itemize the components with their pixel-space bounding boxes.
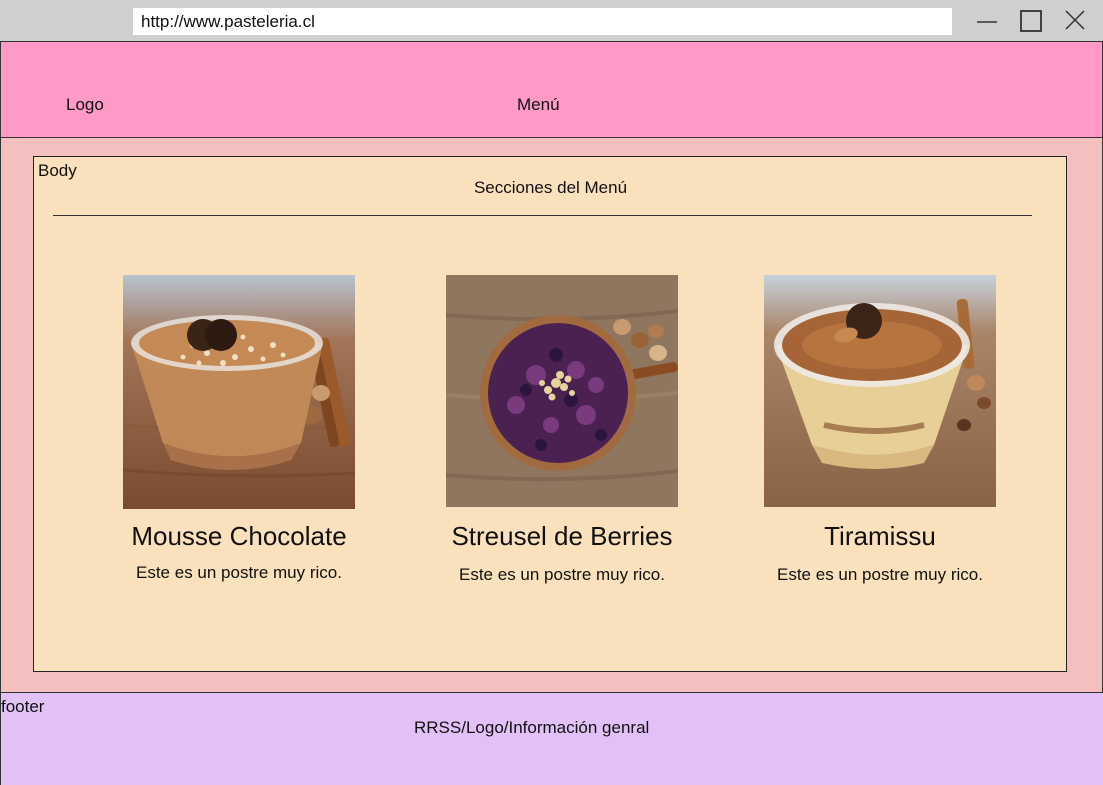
- header-menu[interactable]: Menú: [517, 95, 560, 115]
- header-logo[interactable]: Logo: [66, 95, 104, 115]
- minimize-icon[interactable]: [971, 6, 1003, 36]
- mousse-chocolate-photo[interactable]: [123, 275, 355, 509]
- card-description: Este es un postre muy rico.: [459, 565, 665, 584]
- browser-title-bar: http://www.pasteleria.cl: [0, 0, 1103, 42]
- close-icon[interactable]: [1059, 6, 1091, 36]
- divider: [53, 215, 1032, 216]
- body-container: Body Secciones del Menú Mousse Chocolate…: [33, 156, 1067, 672]
- dessert-card[interactable]: Tiramissu Este es un postre muy rico.: [730, 275, 1030, 585]
- site-footer: footer RRSS/Logo/Información genral: [0, 692, 1103, 785]
- card-title: Mousse Chocolate: [131, 521, 347, 551]
- tiramissu-photo[interactable]: [764, 275, 996, 507]
- footer-info[interactable]: RRSS/Logo/Información genral: [414, 718, 649, 738]
- section-title: Secciones del Menú: [473, 178, 628, 197]
- card-title: Streusel de Berries: [451, 521, 673, 551]
- footer-label: footer: [1, 697, 45, 716]
- site-header: Logo Menú: [0, 42, 1103, 138]
- card-description: Este es un postre muy rico.: [777, 565, 983, 584]
- dessert-card[interactable]: Mousse Chocolate Este es un postre muy r…: [89, 275, 389, 583]
- dessert-card[interactable]: Streusel de Berries Este es un postre mu…: [412, 275, 712, 585]
- card-title: Tiramissu: [824, 521, 936, 551]
- streusel-berries-photo[interactable]: [446, 275, 678, 507]
- address-bar[interactable]: http://www.pasteleria.cl: [133, 8, 952, 35]
- card-description: Este es un postre muy rico.: [136, 563, 342, 582]
- maximize-icon[interactable]: [1015, 6, 1047, 36]
